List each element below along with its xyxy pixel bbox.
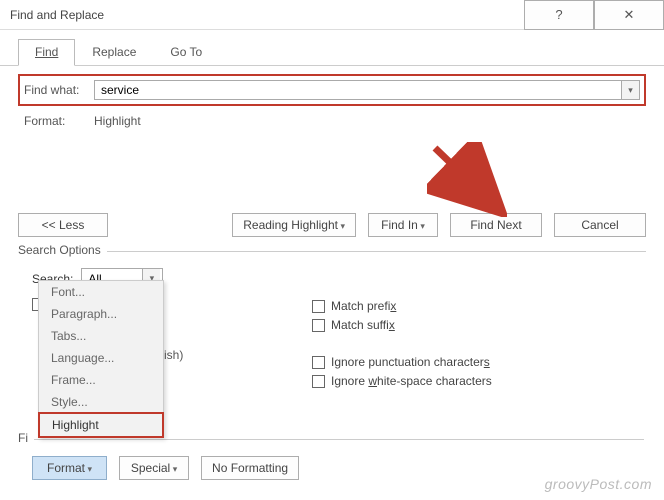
find-what-combo[interactable]: ▾ xyxy=(94,80,640,100)
special-button[interactable]: Special xyxy=(119,456,189,480)
ignore-whitespace-checkbox[interactable]: Ignore white-space characters xyxy=(312,374,638,388)
checkbox-icon xyxy=(312,319,325,332)
tab-goto[interactable]: Go To xyxy=(153,39,219,66)
find-what-label: Find what: xyxy=(24,83,86,97)
format-label: Format: xyxy=(24,114,86,128)
popup-item-language[interactable]: Language... xyxy=(39,347,163,369)
checkbox-icon xyxy=(312,356,325,369)
tab-replace[interactable]: Replace xyxy=(75,39,153,66)
find-what-drop-icon[interactable]: ▾ xyxy=(621,81,639,99)
watermark: groovyPost.com xyxy=(545,476,652,492)
ignore-punctuation-checkbox[interactable]: Ignore punctuation characters xyxy=(312,355,638,369)
match-prefix-checkbox[interactable]: Match prefix xyxy=(312,299,638,313)
find-in-button[interactable]: Find In xyxy=(368,213,438,237)
popup-item-style[interactable]: Style... xyxy=(39,391,163,413)
match-prefix-label: Match prefix xyxy=(331,299,396,313)
popup-item-paragraph[interactable]: Paragraph... xyxy=(39,303,163,325)
window-title: Find and Replace xyxy=(10,8,104,22)
ignore-whitespace-label: Ignore white-space characters xyxy=(331,374,492,388)
tab-bar: Find Replace Go To xyxy=(0,30,664,66)
popup-item-highlight[interactable]: Highlight xyxy=(38,412,164,438)
options-right-column: Match prefix Match suffix Ignore punctua… xyxy=(312,297,638,393)
find-bottom-heading: Fi xyxy=(18,439,644,454)
ignore-punctuation-label: Ignore punctuation characters xyxy=(331,355,490,369)
english-suffix-peek: ish) xyxy=(164,348,183,362)
format-row: Format: Highlight xyxy=(18,110,646,128)
action-button-row: << Less Reading Highlight Find In Find N… xyxy=(18,213,646,247)
popup-item-tabs[interactable]: Tabs... xyxy=(39,325,163,347)
search-options-heading: Search Options xyxy=(18,251,646,266)
cancel-button[interactable]: Cancel xyxy=(554,213,646,237)
popup-item-frame[interactable]: Frame... xyxy=(39,369,163,391)
checkbox-icon xyxy=(312,375,325,388)
tab-find[interactable]: Find xyxy=(18,39,75,66)
titlebar: Find and Replace ? ✕ xyxy=(0,0,664,30)
reading-highlight-button[interactable]: Reading Highlight xyxy=(232,213,356,237)
close-button[interactable]: ✕ xyxy=(594,0,664,30)
help-button[interactable]: ? xyxy=(524,0,594,30)
less-button[interactable]: << Less xyxy=(18,213,108,237)
find-what-highlight: Find what: ▾ xyxy=(18,74,646,106)
match-suffix-checkbox[interactable]: Match suffix xyxy=(312,318,638,332)
window-controls: ? ✕ xyxy=(524,0,664,30)
find-what-input[interactable] xyxy=(95,81,621,99)
find-bottom-heading-text: Fi xyxy=(18,431,34,445)
no-formatting-button[interactable]: No Formatting xyxy=(201,456,299,480)
find-what-row: Find what: ▾ xyxy=(24,80,640,100)
search-options-heading-text: Search Options xyxy=(18,243,107,257)
format-popup-menu: Font... Paragraph... Tabs... Language...… xyxy=(38,280,164,438)
find-next-button[interactable]: Find Next xyxy=(450,213,542,237)
format-button[interactable]: Format xyxy=(32,456,107,480)
tab-find-label: Find xyxy=(35,45,58,59)
format-value: Highlight xyxy=(94,114,141,128)
match-suffix-label: Match suffix xyxy=(331,318,395,332)
popup-item-font[interactable]: Font... xyxy=(39,281,163,303)
find-bottom-section: Fi Format Special No Formatting xyxy=(18,435,644,480)
checkbox-icon xyxy=(312,300,325,313)
